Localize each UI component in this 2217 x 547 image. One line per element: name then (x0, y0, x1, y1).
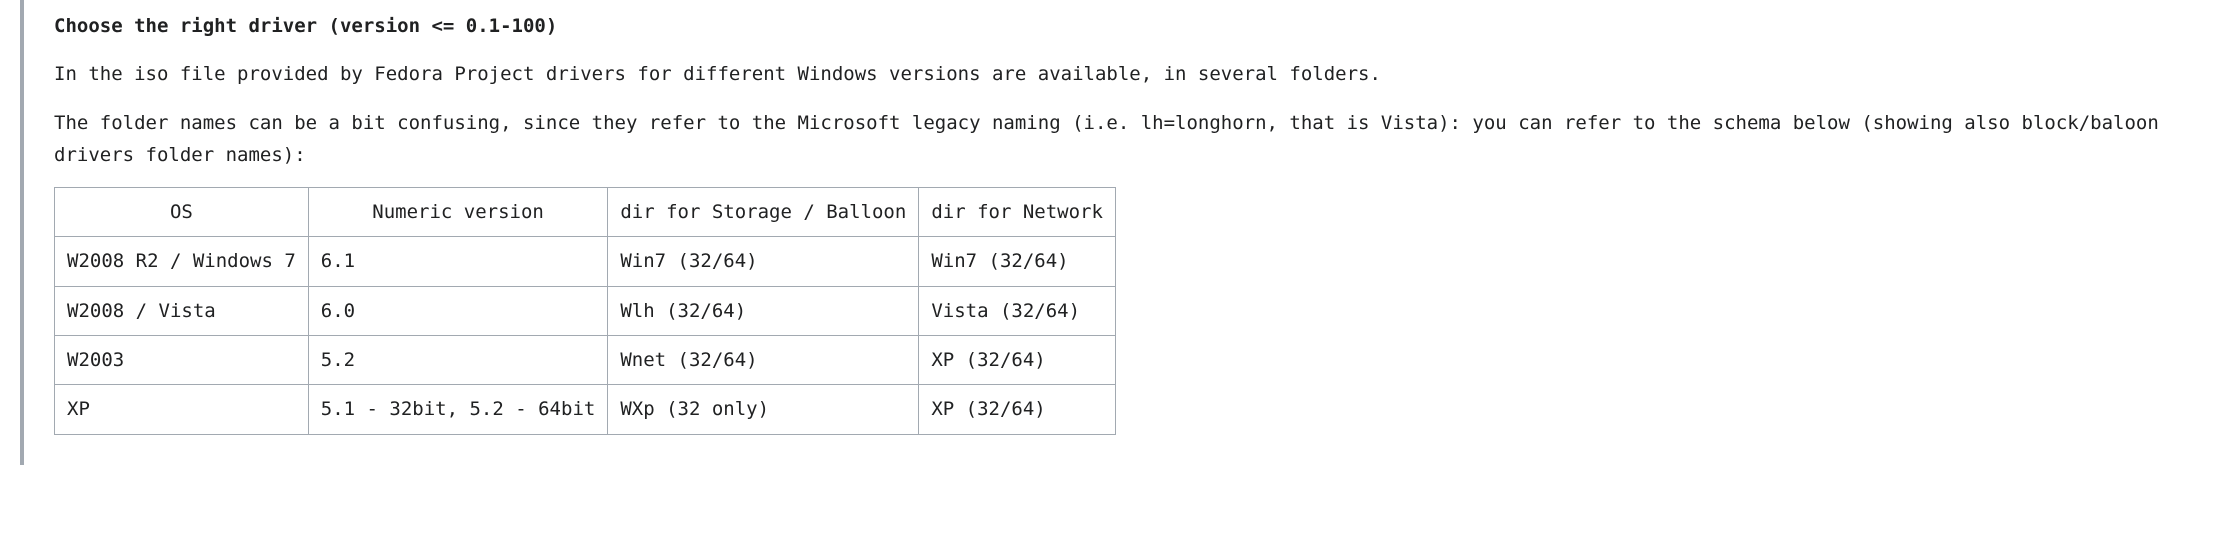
cell-network: Win7 (32/64) (919, 237, 1116, 286)
cell-os: W2008 R2 / Windows 7 (55, 237, 309, 286)
cell-storage: Wlh (32/64) (608, 286, 919, 335)
cell-storage: Win7 (32/64) (608, 237, 919, 286)
cell-version: 6.0 (308, 286, 608, 335)
intro-paragraph-1: In the iso file provided by Fedora Proje… (54, 58, 2187, 90)
cell-network: Vista (32/64) (919, 286, 1116, 335)
table-header-numeric-version: Numeric version (308, 188, 608, 237)
table-header-network: dir for Network (919, 188, 1116, 237)
cell-network: XP (32/64) (919, 336, 1116, 385)
cell-storage: Wnet (32/64) (608, 336, 919, 385)
table-row: W2008 R2 / Windows 7 6.1 Win7 (32/64) Wi… (55, 237, 1116, 286)
table-header-os: OS (55, 188, 309, 237)
table-row: XP 5.1 - 32bit, 5.2 - 64bit WXp (32 only… (55, 385, 1116, 434)
cell-os: W2003 (55, 336, 309, 385)
driver-mapping-table: OS Numeric version dir for Storage / Bal… (54, 187, 1116, 434)
cell-os: XP (55, 385, 309, 434)
table-row: W2008 / Vista 6.0 Wlh (32/64) Vista (32/… (55, 286, 1116, 335)
cell-version: 6.1 (308, 237, 608, 286)
cell-version: 5.1 - 32bit, 5.2 - 64bit (308, 385, 608, 434)
table-header-row: OS Numeric version dir for Storage / Bal… (55, 188, 1116, 237)
intro-paragraph-2: The folder names can be a bit confusing,… (54, 107, 2187, 172)
cell-os: W2008 / Vista (55, 286, 309, 335)
table-header-storage-balloon: dir for Storage / Balloon (608, 188, 919, 237)
cell-version: 5.2 (308, 336, 608, 385)
cell-storage: WXp (32 only) (608, 385, 919, 434)
cell-network: XP (32/64) (919, 385, 1116, 434)
section-heading: Choose the right driver (version <= 0.1-… (54, 10, 2187, 42)
table-row: W2003 5.2 Wnet (32/64) XP (32/64) (55, 336, 1116, 385)
